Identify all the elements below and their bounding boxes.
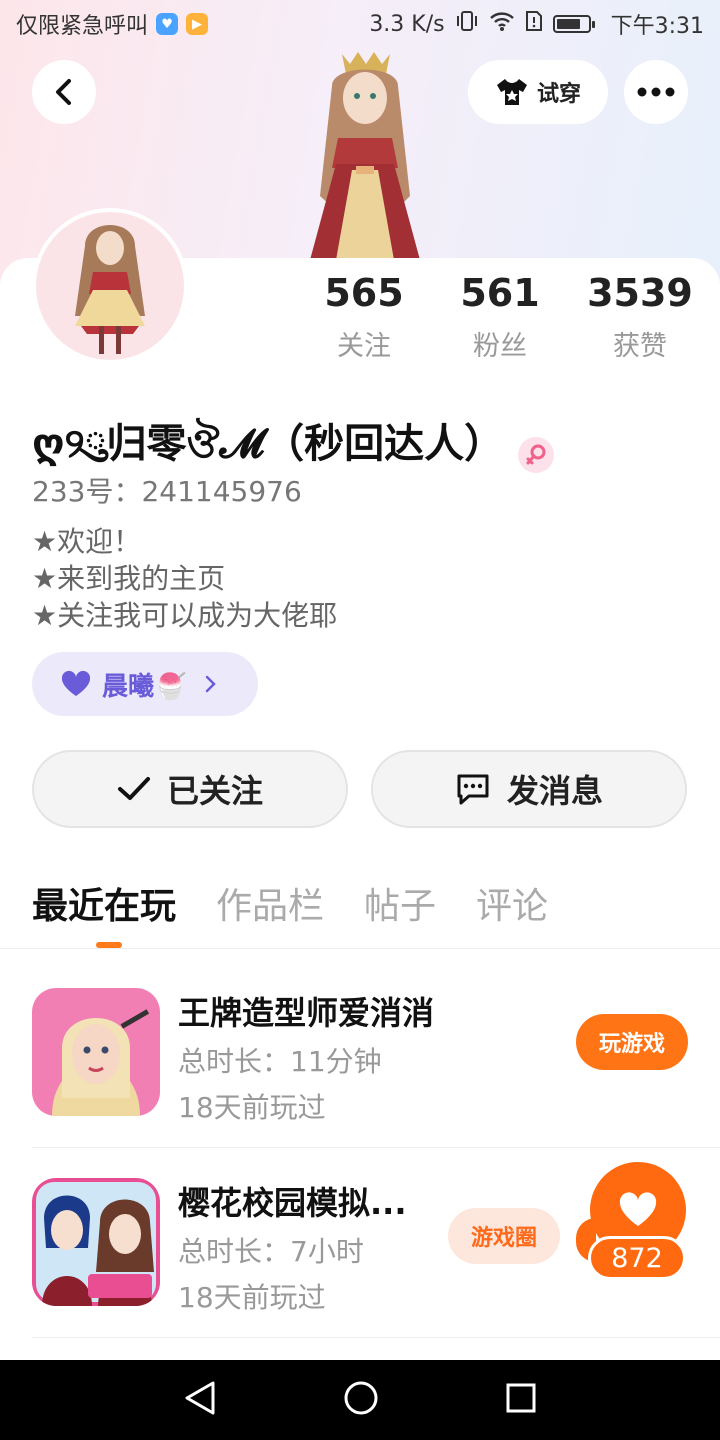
play-duration: 总时长：11分钟 [178, 1045, 382, 1078]
tab-comments[interactable]: 评论 [476, 880, 548, 940]
shirt-icon [496, 79, 527, 105]
heart-icon [619, 1192, 657, 1226]
game-icon [32, 988, 160, 1116]
home-nav-button[interactable] [343, 1380, 379, 1420]
network-speed: 3.3 K/s [369, 11, 445, 37]
following-label: 关注 [337, 331, 391, 362]
followers-count: 561 [460, 271, 540, 315]
profile-stats: 565 关注 561 粉丝 3539 获赞 [300, 270, 700, 370]
stat-followers[interactable]: 561 粉丝 [454, 270, 546, 363]
followed-button[interactable]: 已关注 [32, 750, 348, 828]
likes-count: 3539 [587, 271, 693, 315]
triangle-back-icon [185, 1381, 215, 1415]
divider [32, 1337, 720, 1338]
wifi-icon [489, 10, 515, 38]
game-title: 王牌造型师爱消消 [178, 994, 435, 1032]
more-options-button[interactable] [624, 60, 688, 124]
avatar[interactable] [32, 208, 188, 364]
square-recents-icon [506, 1383, 536, 1413]
followed-label: 已关注 [166, 772, 263, 810]
circle-home-icon [344, 1381, 378, 1415]
game-icon [32, 1178, 160, 1306]
avatar-character-image [75, 225, 145, 354]
tab-recently-played[interactable]: 最近在玩 [32, 880, 176, 948]
character-outfit-image [280, 46, 450, 260]
following-count: 565 [324, 271, 404, 315]
back-nav-button[interactable] [183, 1380, 217, 1420]
profile-tabs: 最近在玩 作品栏 帖子 评论 [32, 880, 548, 948]
last-played: 18天前玩过 [178, 1281, 326, 1314]
stat-following[interactable]: 565 关注 [318, 270, 410, 363]
game-title: 樱花校园模拟... [178, 1184, 407, 1222]
user-id: 233号：241145976 [32, 475, 302, 508]
bio-line: ★欢迎！ [32, 525, 142, 558]
chevron-left-icon [56, 79, 71, 105]
game-circle-button[interactable]: 游戏圈 [448, 1208, 560, 1264]
relationship-tag-label: 晨曦🍧 [102, 671, 187, 702]
chevron-right-icon [206, 675, 217, 693]
heart-icon [61, 670, 91, 696]
like-fab[interactable]: 872 [576, 1162, 688, 1282]
vibrate-icon [455, 10, 479, 38]
play-duration: 总时长：7小时 [178, 1235, 364, 1268]
play-app-icon: ▶ [186, 13, 209, 35]
send-message-button[interactable]: 发消息 [371, 750, 687, 828]
last-played: 18天前玩过 [178, 1091, 326, 1124]
bio-line: ★关注我可以成为大佬耶 [32, 599, 338, 632]
system-navigation-bar [0, 1360, 720, 1440]
female-gender-icon [518, 436, 555, 473]
chat-bubble-icon [457, 774, 489, 805]
followers-label: 粉丝 [473, 331, 527, 362]
back-button[interactable] [32, 60, 96, 124]
more-dots-icon [637, 87, 675, 97]
bio: ★欢迎！ ★来到我的主页 ★关注我可以成为大佬耶 [32, 523, 337, 634]
sim-alert-icon [525, 10, 543, 38]
recents-nav-button[interactable] [505, 1382, 537, 1418]
battery-icon [552, 15, 595, 33]
relationship-tag[interactable]: 晨曦🍧 [32, 652, 258, 716]
check-icon [117, 777, 150, 800]
try-on-label: 试穿 [536, 82, 581, 107]
stat-likes[interactable]: 3539 获赞 [584, 270, 696, 363]
like-count: 872 [588, 1236, 686, 1280]
likes-label: 获赞 [613, 331, 667, 362]
list-item[interactable]: 王牌造型师爱消消 总时长：11分钟 18天前玩过 玩游戏 [32, 948, 720, 1138]
carrier-text: 仅限紧急呼叫 [16, 14, 149, 39]
clock: 下午3:31 [610, 14, 704, 39]
tab-posts[interactable]: 帖子 [364, 880, 436, 940]
bio-line: ★来到我的主页 [32, 562, 226, 595]
try-on-button[interactable]: 试穿 [468, 60, 608, 124]
status-bar: 仅限紧急呼叫 ♥ ▶ 3.3 K/s 下午3:31 [0, 0, 720, 48]
message-label: 发消息 [506, 772, 603, 810]
shield-app-icon: ♥ [156, 13, 179, 35]
tab-works[interactable]: 作品栏 [216, 880, 324, 940]
play-game-button[interactable]: 玩游戏 [576, 1014, 688, 1070]
